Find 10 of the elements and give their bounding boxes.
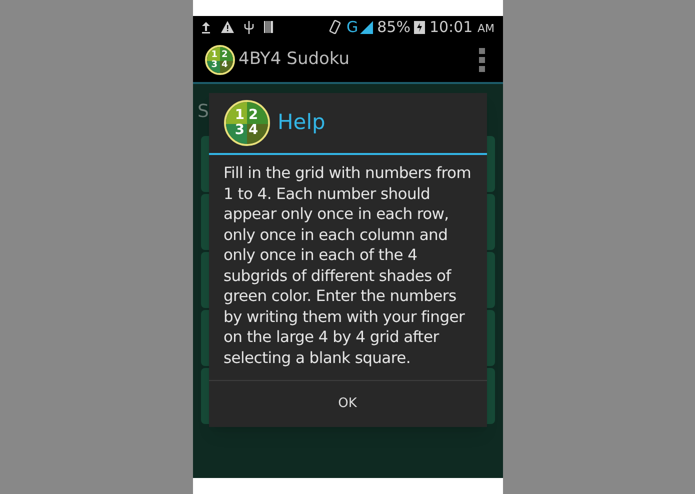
app-logo-icon: 1 2 3 4 [204, 45, 234, 75]
background-heading: S [198, 100, 209, 124]
dialog-message: Fill in the grid with numbers from 1 to 4. Each number should appear only once in each row, only once in each column and only once in each of the 4 subgrids of different shades of green color. Enter the numbers by writing them with your finger on the large 4 by 4 grid after selecting a blank square. [222, 163, 472, 368]
clock: 10:01 AM [429, 20, 494, 34]
dialog-title: Help [278, 109, 326, 136]
network-type: G [346, 20, 358, 34]
app-title: 4BY4 Sudoku [238, 48, 350, 72]
ok-button[interactable]: OK [208, 381, 486, 427]
dialog-logo-icon: 1 2 3 4 [224, 100, 270, 146]
battery-percent: 85% [377, 20, 410, 34]
